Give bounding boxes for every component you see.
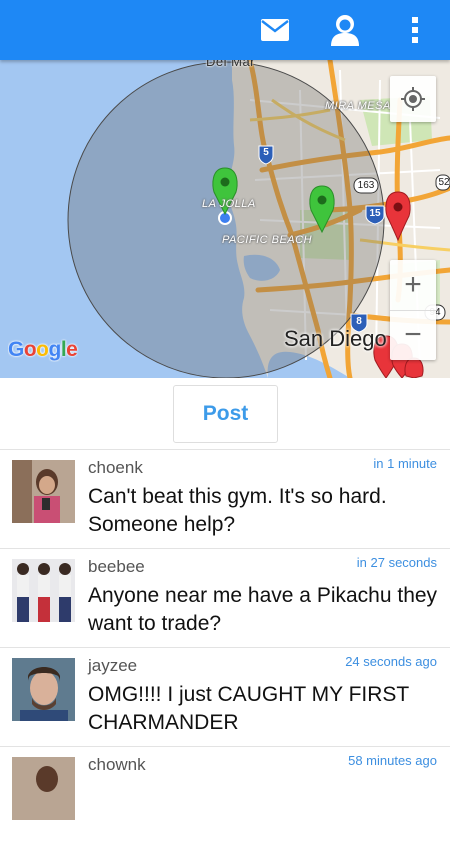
zoom-controls: + − xyxy=(390,260,436,360)
post-username[interactable]: beebee xyxy=(88,557,145,577)
app-bar xyxy=(0,0,450,60)
feed-post[interactable]: beebee in 27 seconds Anyone near me have… xyxy=(0,548,450,647)
feed-post[interactable]: chownk 58 minutes ago xyxy=(0,746,450,845)
avatar xyxy=(12,559,75,622)
post-button[interactable]: Post xyxy=(173,385,278,443)
post-username[interactable]: choenk xyxy=(88,458,143,478)
post-message: OMG!!!! I just CAUGHT MY FIRST CHARMANDE… xyxy=(88,683,409,734)
more-vert-icon xyxy=(412,17,418,43)
map-label-la-jolla: LA JOLLA xyxy=(202,198,256,210)
feed-post[interactable]: choenk in 1 minute Can't beat this gym. … xyxy=(0,449,450,548)
highway-label-5: 5 xyxy=(263,147,269,158)
highway-label-8: 8 xyxy=(356,316,362,327)
post-feed: choenk in 1 minute Can't beat this gym. … xyxy=(0,449,450,845)
feed-post[interactable]: jayzee 24 seconds ago OMG!!!! I just CAU… xyxy=(0,647,450,746)
post-username[interactable]: jayzee xyxy=(88,656,137,676)
mail-icon xyxy=(261,19,289,41)
map-label-del-mar: Del Mar xyxy=(206,60,256,69)
post-message: Anyone near me have a Pikachu they want … xyxy=(88,584,438,635)
my-location-icon xyxy=(401,87,425,111)
google-logo: Google xyxy=(8,336,80,368)
avatar xyxy=(12,757,75,820)
highway-label-15: 15 xyxy=(369,208,381,219)
highway-label-52: 52 xyxy=(438,177,450,188)
map-label-pacific-beach: PACIFIC BEACH xyxy=(222,234,313,246)
highway-label-163: 163 xyxy=(357,180,375,191)
profile-icon xyxy=(331,15,359,46)
post-time: 58 minutes ago xyxy=(348,753,437,768)
avatar xyxy=(12,460,75,523)
map-view[interactable]: Del Mar MIRA MESA LA JOLLA PACIFIC BEACH… xyxy=(0,60,450,378)
map-label-mira-mesa: MIRA MESA xyxy=(325,100,391,112)
post-time: in 27 seconds xyxy=(356,555,437,570)
my-location-button[interactable] xyxy=(390,76,436,122)
more-options-button[interactable] xyxy=(398,0,432,60)
profile-button[interactable] xyxy=(322,0,368,60)
post-message: Can't beat this gym. It's so hard. Someo… xyxy=(88,485,387,536)
map-label-san-diego: San Diego xyxy=(284,326,387,351)
svg-text:Google: Google xyxy=(8,338,77,361)
zoom-in-button[interactable]: + xyxy=(390,260,436,311)
zoom-out-button[interactable]: − xyxy=(390,310,436,360)
mail-button[interactable] xyxy=(252,0,298,60)
avatar xyxy=(12,658,75,721)
post-time: 24 seconds ago xyxy=(345,654,437,669)
post-username[interactable]: chownk xyxy=(88,755,146,775)
post-time: in 1 minute xyxy=(373,456,437,471)
